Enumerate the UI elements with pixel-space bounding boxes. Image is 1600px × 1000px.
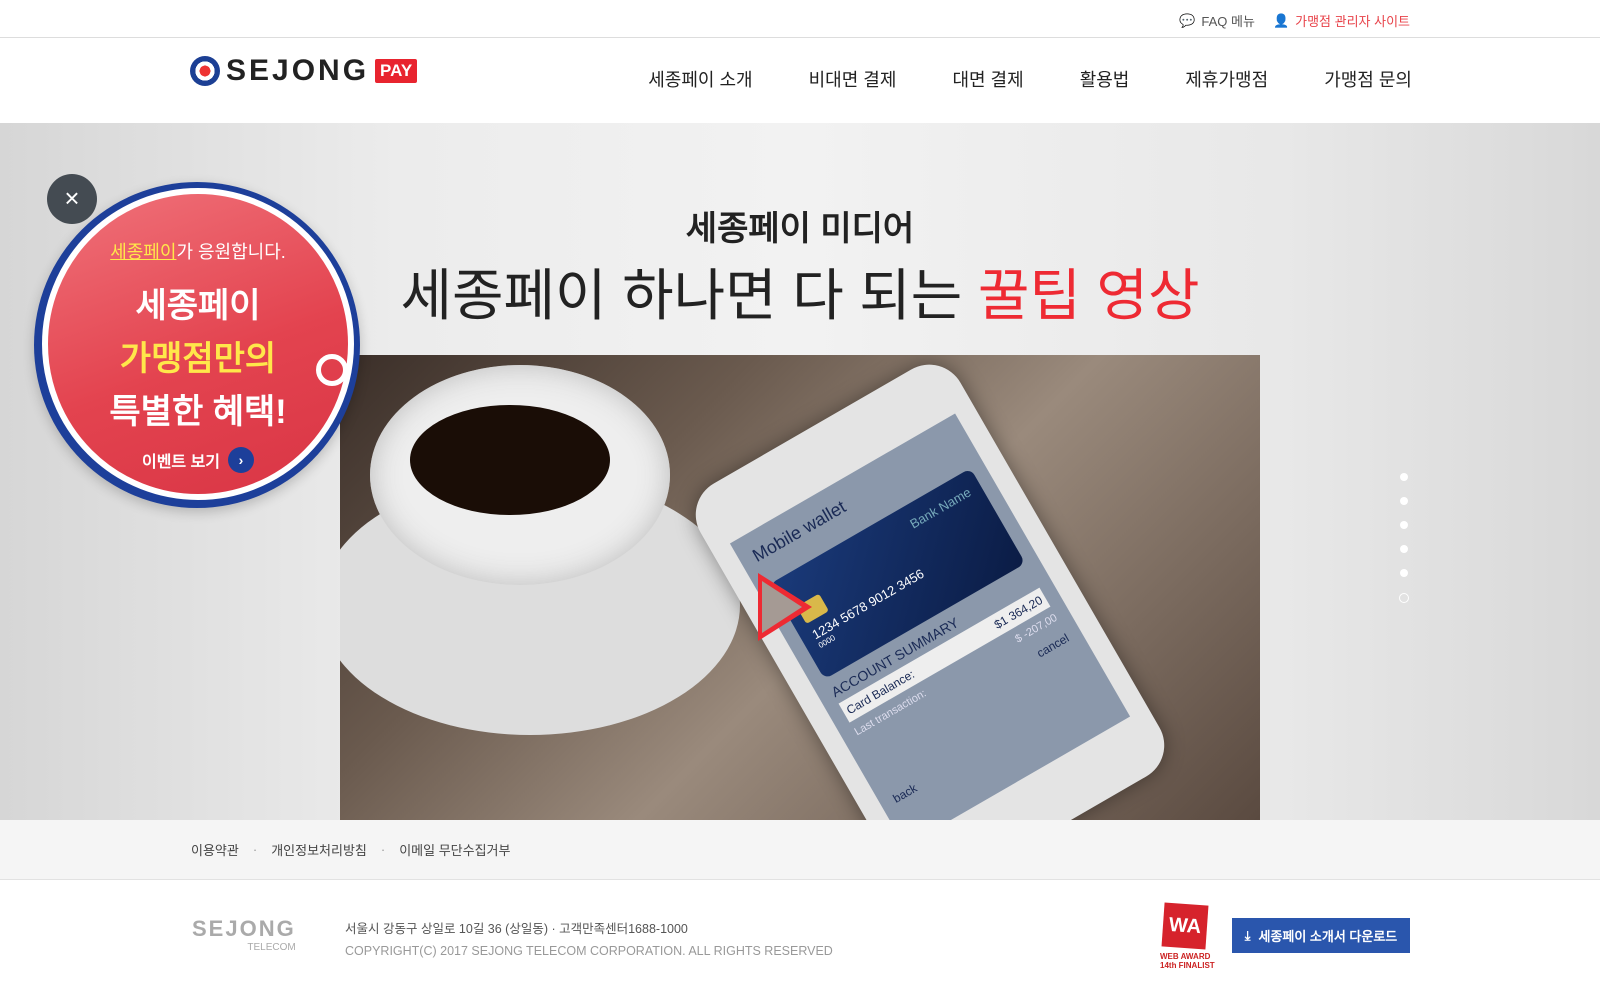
- address: 서울시 강동구 상일로 10길 36 (상일동) · 고객만족센터1688-10…: [345, 922, 688, 936]
- popup-line2: 가맹점만의: [119, 340, 277, 378]
- event-label: 이벤트 보기: [141, 454, 221, 471]
- coffee-cup-image: [370, 365, 670, 585]
- footer-logo: SEJONG TELECOM: [192, 916, 296, 953]
- footer-links: 이용약관 · 개인정보처리방침 · 이메일 무단수집거부: [0, 820, 1600, 880]
- ring-decoration: [316, 354, 348, 386]
- popup-line1: 세종페이: [135, 287, 261, 325]
- top-bar: 💬 FAQ 메뉴 👤 가맹점 관리자 사이트: [0, 0, 1600, 38]
- nav-online-payment[interactable]: 비대면 결제: [809, 66, 897, 92]
- event-popup: 세종페이가 응원합니다. 세종페이 가맹점만의 특별한 혜택! 이벤트 보기 ›: [34, 182, 360, 508]
- event-view-button[interactable]: 이벤트 보기 ›: [141, 447, 255, 473]
- card-number: 1234 5678 9012 3456: [809, 565, 927, 643]
- close-popup-button[interactable]: ×: [47, 174, 97, 224]
- web-award-logo: WA: [1161, 902, 1209, 950]
- download-label: 세종페이 소개서 다운로드: [1258, 929, 1398, 944]
- download-brochure-button[interactable]: ⤓ 세종페이 소개서 다운로드: [1232, 918, 1410, 953]
- play-icon[interactable]: [758, 573, 812, 641]
- popup-line3: 특별한 혜택!: [109, 393, 287, 431]
- nav-offline-payment[interactable]: 대면 결제: [952, 66, 1023, 92]
- slide-dot[interactable]: [1400, 569, 1408, 577]
- popup-cheer: 세종페이가 응원합니다.: [48, 238, 348, 264]
- bank-name: Bank Name: [907, 484, 974, 532]
- title-main: 세종페이 하나면 다 되는: [400, 264, 978, 327]
- logo-text: SEJONG: [226, 54, 370, 87]
- footer-logo-sub: TELECOM: [247, 942, 296, 953]
- privacy-link[interactable]: 개인정보처리방침: [271, 840, 367, 859]
- terms-link[interactable]: 이용약관: [191, 840, 239, 859]
- phone-image: Mobile wallet Bank Name 1234 5678 9012 3…: [682, 355, 1178, 820]
- slide-dot-active[interactable]: [1399, 593, 1409, 603]
- email-refusal-link[interactable]: 이메일 무단수집거부: [399, 840, 510, 859]
- slide-dot[interactable]: [1400, 521, 1408, 529]
- user-icon: 👤: [1272, 12, 1290, 28]
- title-highlight: 꿀팁 영상: [977, 264, 1200, 327]
- popup-cheer-rest: 가 응원합니다.: [176, 242, 286, 262]
- chevron-right-icon: ›: [228, 447, 255, 473]
- seal-icon: [190, 56, 220, 86]
- download-icon: ⤓: [1244, 927, 1251, 943]
- popup-brand: 세종페이: [110, 242, 177, 262]
- slide-dot[interactable]: [1400, 545, 1408, 553]
- admin-site-link[interactable]: 👤 가맹점 관리자 사이트: [1273, 11, 1410, 30]
- copyright: COPYRIGHT(C) 2017 SEJONG TELECOM CORPORA…: [345, 944, 833, 958]
- admin-label: 가맹점 관리자 사이트: [1295, 14, 1410, 29]
- slide-dot[interactable]: [1400, 473, 1408, 481]
- award-caption: WEB AWARD 14th FINALIST: [1160, 952, 1215, 970]
- close-icon: ×: [64, 183, 80, 213]
- video-player[interactable]: Mobile wallet Bank Name 1234 5678 9012 3…: [340, 355, 1260, 820]
- main-nav: 세종페이 소개 비대면 결제 대면 결제 활용법 제휴가맹점 가맹점 문의: [648, 66, 1412, 92]
- slide-dot[interactable]: [1400, 497, 1408, 505]
- header: SEJONG PAY 세종페이 소개 비대면 결제 대면 결제 활용법 제휴가맹…: [0, 38, 1600, 123]
- nav-partners[interactable]: 제휴가맹점: [1185, 66, 1268, 92]
- nav-inquiry[interactable]: 가맹점 문의: [1324, 66, 1412, 92]
- slide-pagination: [1399, 473, 1409, 603]
- logo[interactable]: SEJONG PAY: [190, 54, 418, 88]
- faq-link[interactable]: 💬 FAQ 메뉴: [1179, 11, 1255, 30]
- speech-bubble-icon: 💬: [1179, 12, 1196, 28]
- nav-usage[interactable]: 활용법: [1080, 66, 1130, 92]
- faq-label: FAQ 메뉴: [1201, 14, 1255, 29]
- logo-badge: PAY: [375, 59, 418, 83]
- footer-logo-text: SEJONG: [192, 916, 296, 941]
- footer: SEJONG TELECOM 서울시 강동구 상일로 10길 36 (상일동) ·…: [0, 880, 1600, 1000]
- nav-intro[interactable]: 세종페이 소개: [648, 66, 752, 92]
